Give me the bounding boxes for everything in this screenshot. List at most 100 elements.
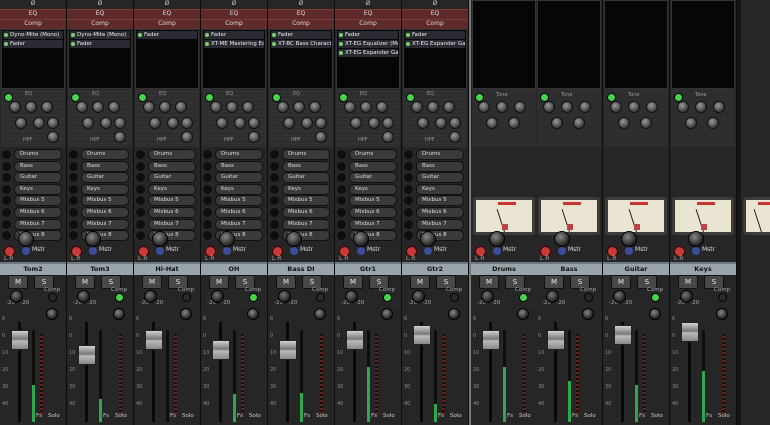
send-knob[interactable] <box>269 230 280 242</box>
tone-knob[interactable] <box>508 117 520 129</box>
output-knob[interactable] <box>286 231 302 247</box>
tone-knob[interactable] <box>695 101 707 113</box>
send-knob[interactable] <box>269 160 280 172</box>
hpf-knob[interactable] <box>47 131 59 143</box>
send-knob[interactable] <box>202 183 213 195</box>
fader-cap[interactable] <box>614 325 632 345</box>
pan-knob[interactable] <box>680 290 693 303</box>
eq-knob[interactable] <box>301 117 313 129</box>
send-button[interactable]: Bass <box>14 160 62 172</box>
tone-knob[interactable] <box>707 117 719 129</box>
tone-knob[interactable] <box>640 117 652 129</box>
tone-knob[interactable] <box>713 101 725 113</box>
send-knob[interactable] <box>1 207 12 218</box>
send-knob[interactable] <box>336 160 347 172</box>
send-button[interactable]: Mixbus 7 <box>282 218 330 230</box>
send-knob[interactable] <box>403 172 414 184</box>
trim-knob[interactable] <box>716 308 728 320</box>
hpf-knob[interactable] <box>114 131 126 143</box>
send-knob[interactable] <box>1 172 12 184</box>
send-knob[interactable] <box>135 172 146 184</box>
comp-button[interactable]: Comp <box>201 19 267 29</box>
tone-knob[interactable] <box>646 101 658 113</box>
eq-knob[interactable] <box>411 101 423 113</box>
comp-led[interactable] <box>584 293 593 302</box>
send-knob[interactable] <box>202 149 213 160</box>
pan-knob[interactable] <box>211 290 224 303</box>
mute-button[interactable]: M <box>343 275 363 289</box>
eq-knob[interactable] <box>435 117 447 129</box>
eq-knob[interactable] <box>149 117 161 129</box>
send-knob[interactable] <box>336 183 347 195</box>
trim-knob[interactable] <box>381 308 393 320</box>
send-button[interactable]: Mixbus 7 <box>215 218 263 230</box>
eq-knob[interactable] <box>216 117 228 129</box>
tone-knob[interactable] <box>677 101 689 113</box>
fader-cap[interactable] <box>78 345 96 365</box>
send-knob[interactable] <box>68 183 79 195</box>
eq-knob[interactable] <box>427 101 439 113</box>
mute-button[interactable]: M <box>142 275 162 289</box>
phase-invert-button[interactable]: Ø <box>201 0 267 8</box>
comp-button[interactable]: Comp <box>0 19 66 29</box>
send-button[interactable]: Drums <box>81 149 129 160</box>
hpf-knob[interactable] <box>382 131 394 143</box>
output-knob[interactable] <box>85 231 101 247</box>
send-knob[interactable] <box>135 207 146 218</box>
comp-led[interactable] <box>316 293 325 302</box>
tone-knob[interactable] <box>579 101 591 113</box>
eq-button[interactable]: EQ <box>201 9 267 19</box>
send-button[interactable]: Drums <box>148 149 196 160</box>
phase-invert-button[interactable]: Ø <box>0 0 66 8</box>
eq-knob[interactable] <box>376 101 388 113</box>
eq-knob[interactable] <box>283 117 295 129</box>
eq-button[interactable]: EQ <box>268 9 334 19</box>
send-knob[interactable] <box>403 230 414 242</box>
phase-invert-button[interactable]: Ø <box>134 0 200 8</box>
pan-knob[interactable] <box>546 290 559 303</box>
send-knob[interactable] <box>202 230 213 242</box>
insert-slot[interactable]: Fader <box>3 40 63 48</box>
send-button[interactable]: Bass <box>215 160 263 172</box>
eq-knob[interactable] <box>449 117 461 129</box>
insert-slot[interactable]: Fader <box>204 31 264 39</box>
mute-button[interactable]: M <box>479 275 499 289</box>
tone-knob[interactable] <box>543 101 555 113</box>
send-button[interactable]: Mixbus 6 <box>282 207 330 218</box>
phase-invert-button[interactable]: Ø <box>402 0 468 8</box>
send-knob[interactable] <box>202 160 213 172</box>
insert-slot[interactable]: Fader <box>405 31 465 39</box>
send-button[interactable]: Mixbus 5 <box>81 195 129 207</box>
tone-knob[interactable] <box>618 117 630 129</box>
trim-knob[interactable] <box>180 308 192 320</box>
master-assign-icon[interactable] <box>290 247 298 255</box>
insert-panel[interactable]: Fader XT-EG Equalizer (Mo XT-EG Expander G… <box>336 29 400 89</box>
send-knob[interactable] <box>403 218 414 230</box>
comp-led[interactable] <box>718 293 727 302</box>
eq-button[interactable]: EQ <box>335 9 401 19</box>
tone-knob[interactable] <box>514 101 526 113</box>
hpf-knob[interactable] <box>181 131 193 143</box>
send-button[interactable]: Bass <box>81 160 129 172</box>
pan-knob[interactable] <box>481 290 494 303</box>
comp-led[interactable] <box>48 293 57 302</box>
send-knob[interactable] <box>68 195 79 207</box>
send-knob[interactable] <box>135 183 146 195</box>
send-knob[interactable] <box>269 183 280 195</box>
pan-knob[interactable] <box>345 290 358 303</box>
pan-knob[interactable] <box>77 290 90 303</box>
mute-button[interactable]: M <box>209 275 229 289</box>
fader-cap[interactable] <box>346 330 364 350</box>
send-knob[interactable] <box>403 160 414 172</box>
channel-name[interactable]: Gtr2 <box>402 262 468 275</box>
insert-panel[interactable] <box>604 0 668 89</box>
insert-panel[interactable] <box>537 0 601 89</box>
send-button[interactable]: Keys <box>215 183 263 195</box>
eq-knob[interactable] <box>309 101 321 113</box>
send-button[interactable]: Mixbus 5 <box>215 195 263 207</box>
eq-knob[interactable] <box>234 117 246 129</box>
insert-panel[interactable]: Fader <box>135 29 199 89</box>
send-button[interactable]: Guitar <box>282 172 330 184</box>
trim-knob[interactable] <box>314 308 326 320</box>
tone-knob[interactable] <box>685 117 697 129</box>
